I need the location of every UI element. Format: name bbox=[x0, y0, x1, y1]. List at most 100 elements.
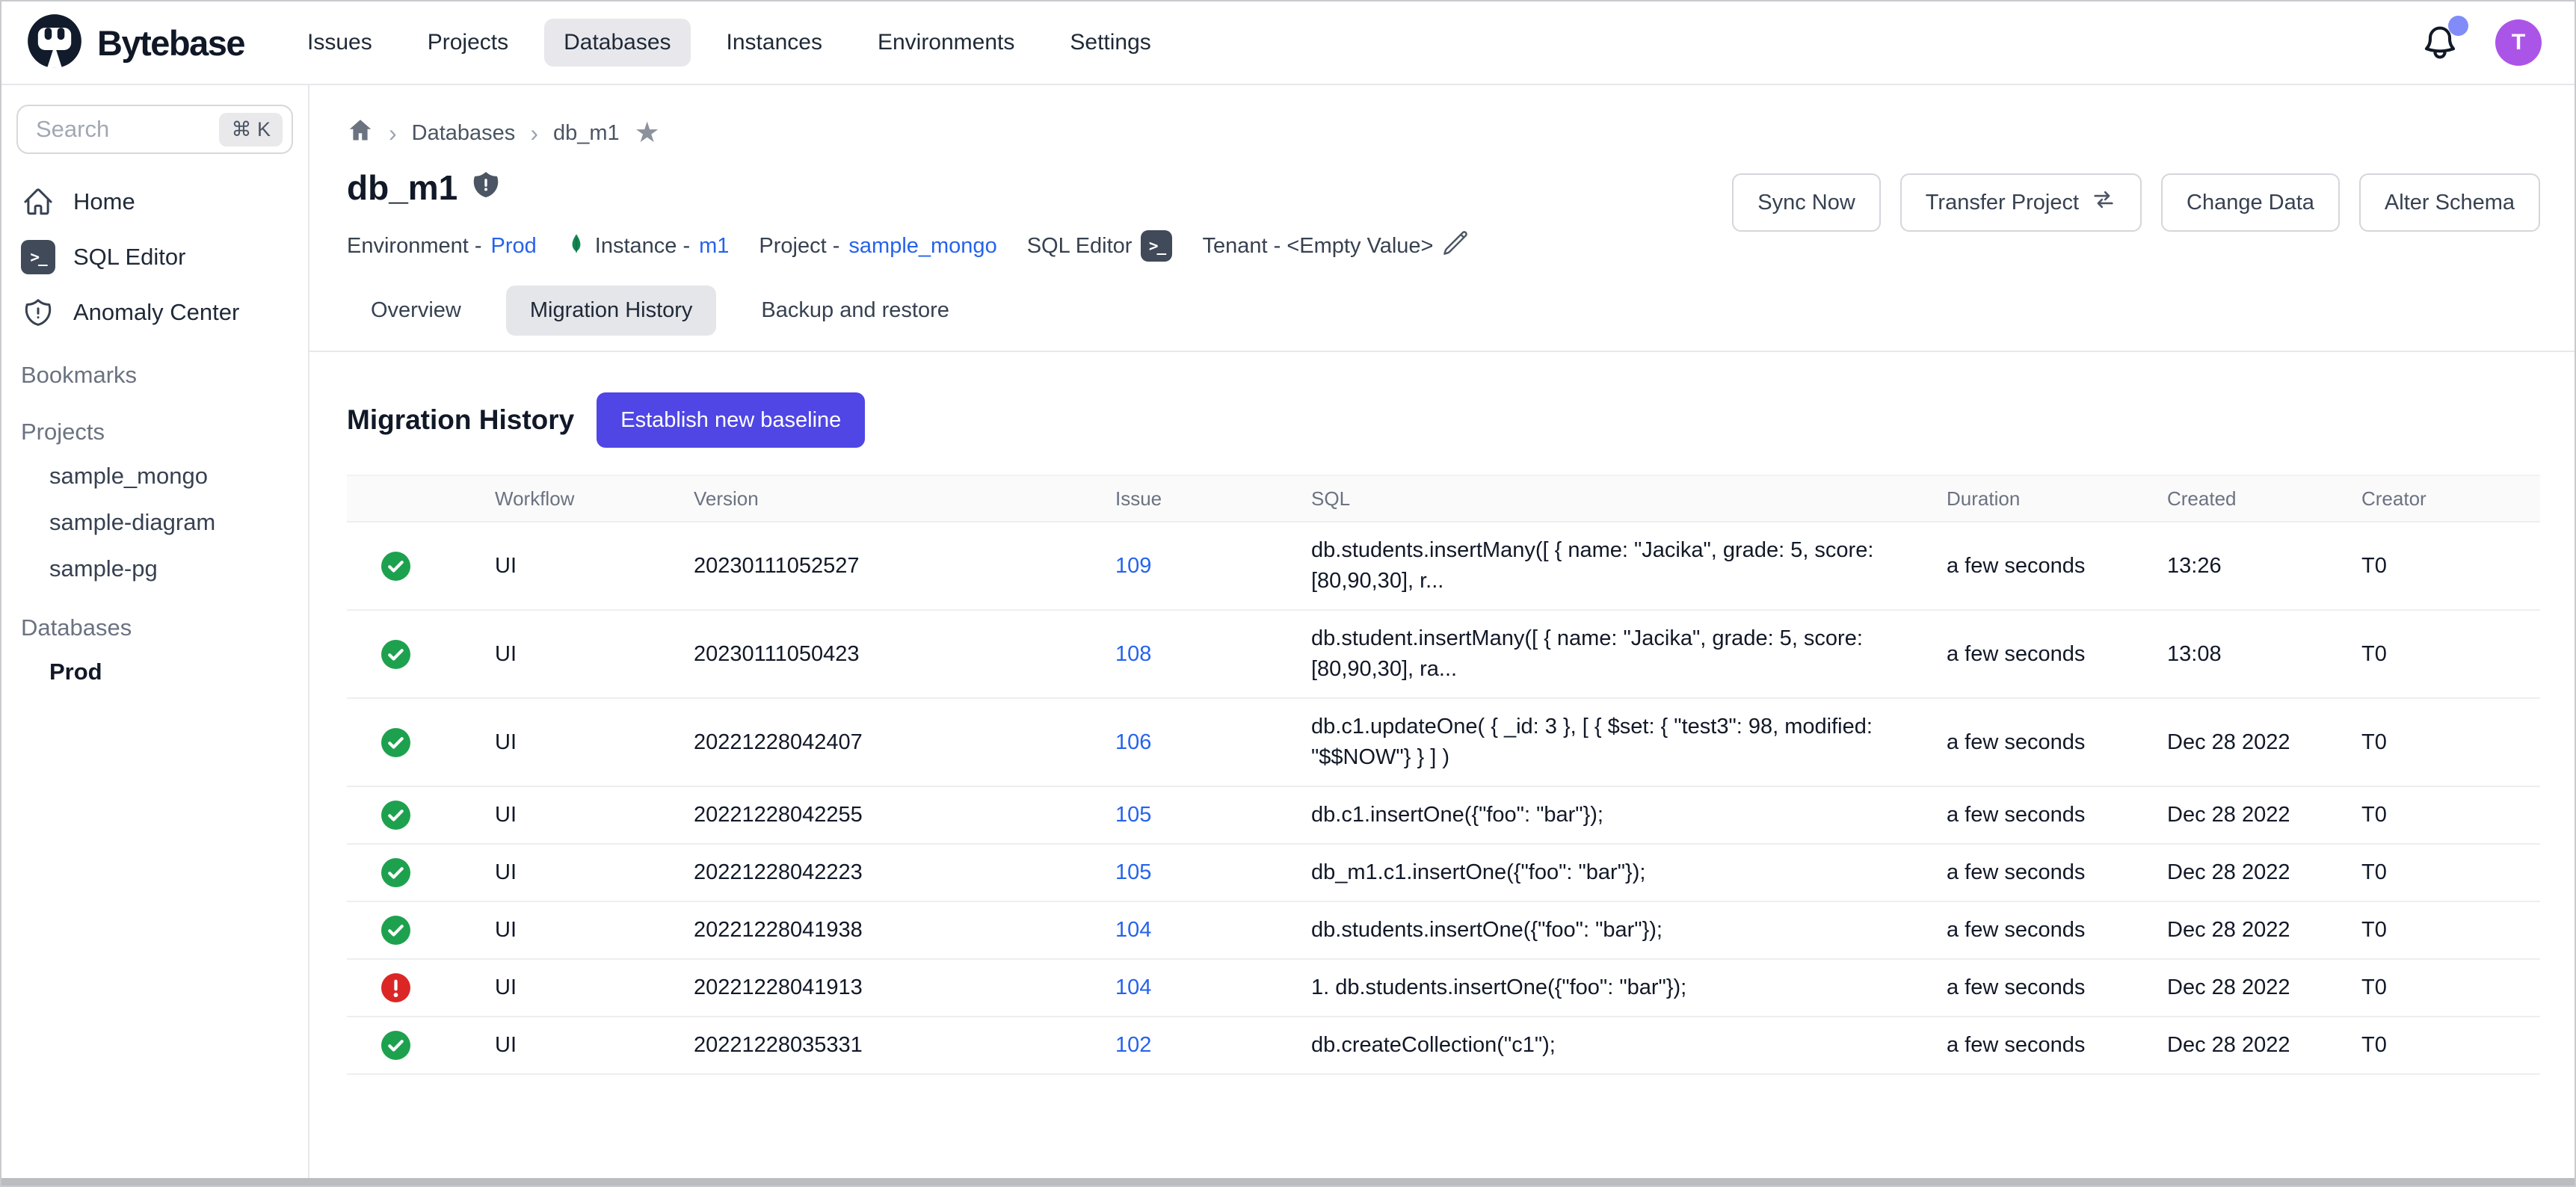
sidebar-item-label: SQL Editor bbox=[73, 244, 185, 271]
duration-cell: a few seconds bbox=[1947, 975, 2167, 1000]
notifications-button[interactable] bbox=[2421, 23, 2459, 62]
project-link[interactable]: sample_mongo bbox=[848, 234, 996, 259]
sql-cell: db.c1.insertOne({"foo": "bar"}); bbox=[1311, 800, 1947, 830]
version-cell: 20221228042223 bbox=[694, 860, 1115, 885]
sidebar: Search ⌘ K Home >_ SQL Editor bbox=[1, 85, 309, 1186]
edit-pencil-icon[interactable] bbox=[1442, 229, 1469, 262]
primary-nav: Issues Projects Databases Instances Environm… bbox=[288, 19, 1171, 67]
nav-item-projects[interactable]: Projects bbox=[408, 19, 528, 67]
success-icon bbox=[381, 552, 495, 581]
table-row[interactable]: UI 20230111050423 108 db.student.insertM… bbox=[347, 611, 2540, 699]
change-data-button[interactable]: Change Data bbox=[2161, 173, 2340, 232]
transfer-project-button[interactable]: Transfer Project bbox=[1900, 173, 2142, 232]
issue-link[interactable]: 106 bbox=[1115, 730, 1151, 754]
database-tabs: Overview Migration History Backup and rest… bbox=[309, 265, 2575, 352]
sync-now-button[interactable]: Sync Now bbox=[1732, 173, 1881, 232]
tab-overview[interactable]: Overview bbox=[347, 286, 485, 336]
duration-cell: a few seconds bbox=[1947, 554, 2167, 579]
instance-link[interactable]: m1 bbox=[699, 234, 729, 259]
sidebar-item-home[interactable]: Home bbox=[1, 175, 308, 229]
page-title: db_m1 bbox=[347, 167, 1469, 208]
bytebase-logo-icon bbox=[24, 10, 85, 75]
favorite-star-icon[interactable]: ★ bbox=[635, 119, 660, 147]
creator-cell: T0 bbox=[2361, 975, 2540, 1000]
environment-link[interactable]: Prod bbox=[491, 234, 537, 259]
workflow-cell: UI bbox=[495, 975, 694, 1000]
sidebar-item-anomaly-center[interactable]: Anomaly Center bbox=[1, 286, 308, 339]
search-input[interactable]: Search ⌘ K bbox=[16, 105, 293, 154]
created-cell: Dec 28 2022 bbox=[2167, 730, 2361, 755]
success-icon bbox=[381, 858, 495, 887]
column-header-created: Created bbox=[2167, 487, 2361, 511]
home-icon bbox=[21, 186, 55, 218]
instance-label: Instance - bbox=[595, 234, 690, 259]
nav-item-issues[interactable]: Issues bbox=[288, 19, 392, 67]
horizontal-scrollbar[interactable] bbox=[1, 1178, 2575, 1186]
user-avatar[interactable]: T bbox=[2495, 19, 2542, 66]
column-header-version: Version bbox=[694, 487, 1115, 511]
created-cell: 13:08 bbox=[2167, 642, 2361, 667]
sql-cell: db_m1.c1.insertOne({"foo": "bar"}); bbox=[1311, 857, 1947, 888]
top-nav: Bytebase Issues Projects Databases Instance… bbox=[1, 1, 2575, 85]
table-row[interactable]: UI 20221228041938 104 db.students.insert… bbox=[347, 902, 2540, 960]
sql-editor-label: SQL Editor bbox=[1027, 234, 1133, 259]
issue-link[interactable]: 105 bbox=[1115, 860, 1151, 884]
version-cell: 20230111052527 bbox=[694, 554, 1115, 579]
sidebar-item-sample-diagram[interactable]: sample-diagram bbox=[1, 499, 308, 546]
issue-link[interactable]: 108 bbox=[1115, 642, 1151, 666]
table-row[interactable]: UI 20221228041913 104 1. db.students.ins… bbox=[347, 960, 2540, 1017]
table-row[interactable]: UI 20221228042223 105 db_m1.c1.insertOne… bbox=[347, 845, 2540, 902]
issue-link[interactable]: 104 bbox=[1115, 918, 1151, 942]
breadcrumb-db-m1[interactable]: db_m1 bbox=[553, 121, 620, 146]
sidebar-section-projects: Projects bbox=[1, 396, 308, 453]
sidebar-item-prod[interactable]: Prod bbox=[1, 649, 308, 695]
issue-link[interactable]: 109 bbox=[1115, 554, 1151, 578]
nav-item-databases[interactable]: Databases bbox=[544, 19, 690, 67]
issue-link[interactable]: 102 bbox=[1115, 1033, 1151, 1057]
alter-schema-button[interactable]: Alter Schema bbox=[2359, 173, 2540, 232]
action-buttons: Sync Now Transfer Project Change Data Al… bbox=[1732, 173, 2540, 232]
establish-baseline-button[interactable]: Establish new baseline bbox=[597, 392, 865, 448]
issue-link[interactable]: 105 bbox=[1115, 803, 1151, 827]
success-icon bbox=[381, 1031, 495, 1060]
sql-cell: 1. db.students.insertOne({"foo": "bar"})… bbox=[1311, 972, 1947, 1003]
breadcrumb-separator: › bbox=[530, 121, 538, 145]
sql-editor-terminal-icon[interactable]: >_ bbox=[1141, 230, 1172, 262]
created-cell: Dec 28 2022 bbox=[2167, 803, 2361, 827]
version-cell: 20221228042407 bbox=[694, 730, 1115, 755]
notification-badge bbox=[2448, 16, 2468, 36]
sidebar-item-label: Home bbox=[73, 188, 135, 215]
workflow-cell: UI bbox=[495, 803, 694, 827]
sql-cell: db.students.insertMany([ { name: "Jacika… bbox=[1311, 535, 1947, 596]
sidebar-item-sql-editor[interactable]: >_ SQL Editor bbox=[1, 229, 308, 286]
sidebar-item-sample-mongo[interactable]: sample_mongo bbox=[1, 453, 308, 499]
created-cell: 13:26 bbox=[2167, 554, 2361, 579]
nav-item-instances[interactable]: Instances bbox=[707, 19, 842, 67]
issue-link[interactable]: 104 bbox=[1115, 975, 1151, 999]
tab-migration-history[interactable]: Migration History bbox=[506, 286, 717, 336]
table-row[interactable]: UI 20221228035331 102 db.createCollectio… bbox=[347, 1017, 2540, 1075]
tenant-label: Tenant - <Empty Value> bbox=[1202, 234, 1433, 259]
version-cell: 20230111050423 bbox=[694, 642, 1115, 667]
breadcrumb: › Databases › db_m1 ★ bbox=[309, 85, 2575, 149]
sidebar-item-sample-pg[interactable]: sample-pg bbox=[1, 546, 308, 592]
tab-backup-and-restore[interactable]: Backup and restore bbox=[737, 286, 973, 336]
sidebar-section-bookmarks: Bookmarks bbox=[1, 339, 308, 396]
sql-cell: db.students.insertOne({"foo": "bar"}); bbox=[1311, 915, 1947, 946]
table-row[interactable]: UI 20221228042255 105 db.c1.insertOne({"… bbox=[347, 787, 2540, 845]
workflow-cell: UI bbox=[495, 554, 694, 579]
main-content: › Databases › db_m1 ★ db_m1 bbox=[309, 85, 2575, 1186]
created-cell: Dec 28 2022 bbox=[2167, 918, 2361, 943]
search-shortcut-badge: ⌘ K bbox=[219, 113, 283, 147]
brand[interactable]: Bytebase bbox=[24, 10, 244, 75]
version-cell: 20221228041938 bbox=[694, 918, 1115, 943]
nav-item-settings[interactable]: Settings bbox=[1050, 19, 1170, 67]
nav-item-environments[interactable]: Environments bbox=[858, 19, 1034, 67]
duration-cell: a few seconds bbox=[1947, 730, 2167, 755]
table-row[interactable]: UI 20230111052527 109 db.students.insert… bbox=[347, 522, 2540, 611]
mongodb-leaf-icon bbox=[567, 227, 586, 265]
breadcrumb-databases[interactable]: Databases bbox=[412, 121, 516, 146]
home-breadcrumb-icon[interactable] bbox=[347, 117, 374, 149]
table-row[interactable]: UI 20221228042407 106 db.c1.updateOne( {… bbox=[347, 699, 2540, 787]
creator-cell: T0 bbox=[2361, 1033, 2540, 1058]
